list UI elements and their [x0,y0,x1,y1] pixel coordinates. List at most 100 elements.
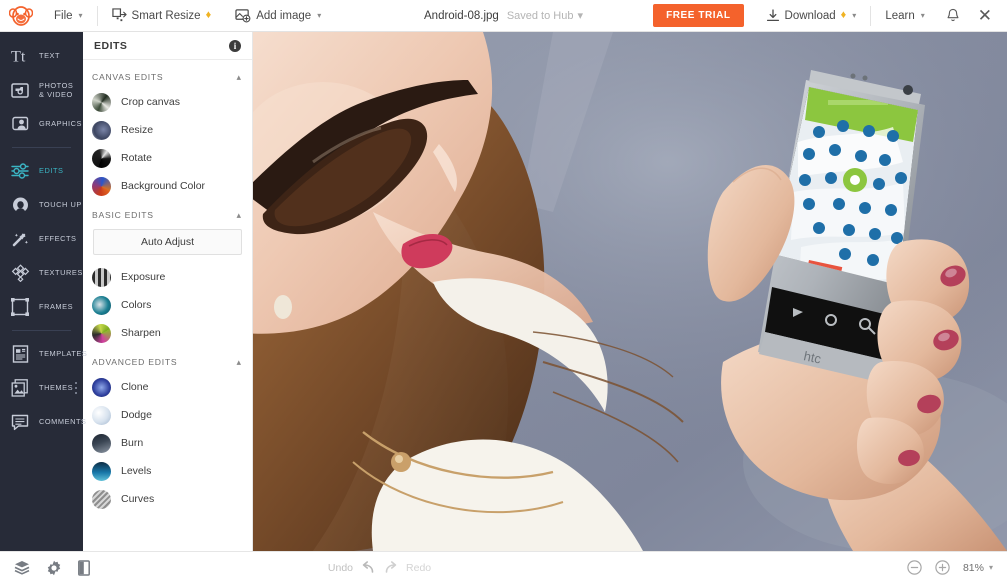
chevron-down-icon: ▾ [988,563,993,572]
sidebar-item-touch-up[interactable]: TOUCH UP [0,188,83,222]
saved-status-label: Saved to Hub [506,9,574,22]
more-options-icon[interactable] [74,381,77,395]
edit-option-label: Exposure [121,271,166,283]
rail-divider [12,147,71,148]
frames-icon [10,297,30,317]
download-button[interactable]: Download ♦ ▾ [754,0,869,31]
templates-icon [10,344,30,364]
edit-option-exposure[interactable]: Exposure [83,263,252,291]
sidebar-item-label: THEMES [39,383,74,393]
compare-button[interactable] [78,559,90,576]
edit-option-colors[interactable]: Colors [83,291,252,319]
image-canvas[interactable]: htc [253,32,1007,551]
sidebar-item-text[interactable]: Tt TEXT [0,39,83,73]
toolbar-divider [96,5,98,26]
editor-body: Tt TEXT PHOTOS & VIDEO GRAPHICS EDITS TO… [0,32,1007,551]
free-trial-button[interactable]: FREE TRIAL [653,4,744,27]
picmonkey-logo-button[interactable] [0,0,42,31]
chevron-up-icon: ▴ [236,71,241,82]
edit-option-rotate[interactable]: Rotate [83,144,252,172]
themes-icon [10,378,30,398]
clone-thumb [92,377,111,397]
bottom-toolbar: Undo Redo 81% ▾ [0,551,1007,583]
edit-option-crop-canvas[interactable]: Crop canvas [83,88,252,116]
edit-option-label: Levels [121,465,152,477]
settings-button[interactable] [46,560,62,576]
touch-up-face-icon [10,195,30,215]
graphics-icon [10,114,30,134]
edit-option-burn[interactable]: Burn [83,429,252,457]
edit-option-dodge[interactable]: Dodge [83,401,252,429]
undo-button[interactable]: Undo [328,561,375,574]
curves-thumb [92,489,111,509]
sidebar-item-photos-video[interactable]: PHOTOS & VIDEO [0,73,83,107]
undo-label: Undo [327,561,354,574]
group-title: CANVAS EDITS [92,72,164,82]
edit-option-background-color[interactable]: Background Color [83,172,252,200]
edit-option-label: Sharpen [121,327,161,339]
redo-label: Redo [406,561,432,574]
crown-icon: ♦ [840,9,847,21]
file-menu[interactable]: File ▾ [42,0,95,31]
sidebar-item-label: FRAMES [39,302,74,312]
edit-option-levels[interactable]: Levels [83,457,252,485]
sidebar-item-label: TEXT [39,51,61,61]
redo-arrow-icon [385,561,397,573]
group-header-advanced-edits[interactable]: ADVANCED EDITS ▴ [83,347,252,373]
sidebar-item-frames[interactable]: FRAMES [0,290,83,324]
group-title: BASIC EDITS [92,210,154,220]
add-image-label: Add image [256,9,312,22]
sidebar-item-templates[interactable]: TEMPLATES [0,337,87,371]
smart-resize-button[interactable]: Smart Resize ♦ [100,0,224,31]
layers-button[interactable] [14,560,30,575]
edit-option-label: Clone [121,381,149,393]
edit-option-label: Colors [121,299,152,311]
left-rail: Tt TEXT PHOTOS & VIDEO GRAPHICS EDITS TO… [0,32,87,551]
rail-divider [12,330,71,331]
sidebar-item-edits[interactable]: EDITS [0,154,83,188]
edit-option-resize[interactable]: Resize [83,116,252,144]
add-image-button[interactable]: Add image ▾ [223,0,333,31]
comments-icon [10,412,30,432]
svg-text:Tt: Tt [11,49,26,65]
top-toolbar: File ▾ Smart Resize ♦ Add image ▾ Androi… [0,0,1007,32]
zoom-out-button[interactable] [907,560,922,575]
sidebar-item-comments[interactable]: COMMENTS [0,405,86,439]
download-label: Download [784,9,836,22]
bottom-toolbar-left [14,559,90,576]
edit-option-label: Crop canvas [121,96,180,108]
learn-label: Learn [885,9,915,22]
zoom-in-button[interactable] [935,560,950,575]
sidebar-item-label: EFFECTS [39,234,77,244]
edits-panel-header: EDITS i [83,32,252,60]
zoom-level-dropdown[interactable]: 81% ▾ [963,562,993,574]
sidebar-item-label: EDITS [39,166,64,176]
group-header-basic-edits[interactable]: BASIC EDITS ▴ [83,200,252,226]
sidebar-item-effects[interactable]: EFFECTS [0,222,83,256]
levels-thumb [92,461,111,481]
sidebar-item-graphics[interactable]: GRAPHICS [0,107,83,141]
learn-menu[interactable]: Learn ▾ [873,0,936,31]
close-button[interactable]: ✕ [969,0,1001,31]
group-title: ADVANCED EDITS [92,357,178,367]
saved-to-hub-menu[interactable]: Saved to Hub ▾ [506,9,583,23]
chevron-up-icon: ▴ [236,209,241,220]
zoom-in-icon [935,560,950,575]
group-header-canvas-edits[interactable]: CANVAS EDITS ▴ [83,68,252,88]
auto-adjust-button[interactable]: Auto Adjust [93,229,242,255]
gear-icon [47,560,61,575]
edit-option-label: Curves [121,493,155,505]
edits-panel: EDITS i CANVAS EDITS ▴ Crop canvas Resiz… [83,32,253,551]
edit-option-clone[interactable]: Clone [83,373,252,401]
edits-panel-scroll[interactable]: CANVAS EDITS ▴ Crop canvas Resize Rotate [83,60,252,551]
chevron-down-icon: ▾ [852,11,857,20]
undo-arrow-icon [362,561,374,573]
edit-option-curves[interactable]: Curves [83,485,252,513]
sidebar-item-textures[interactable]: TEXTURES [0,256,83,290]
info-icon[interactable]: i [229,39,241,52]
redo-button[interactable]: Redo [384,561,431,574]
sidebar-item-themes[interactable]: THEMES [0,371,83,405]
edit-option-label: Burn [121,437,144,449]
edit-option-sharpen[interactable]: Sharpen [83,319,252,347]
notifications-button[interactable] [937,0,969,31]
